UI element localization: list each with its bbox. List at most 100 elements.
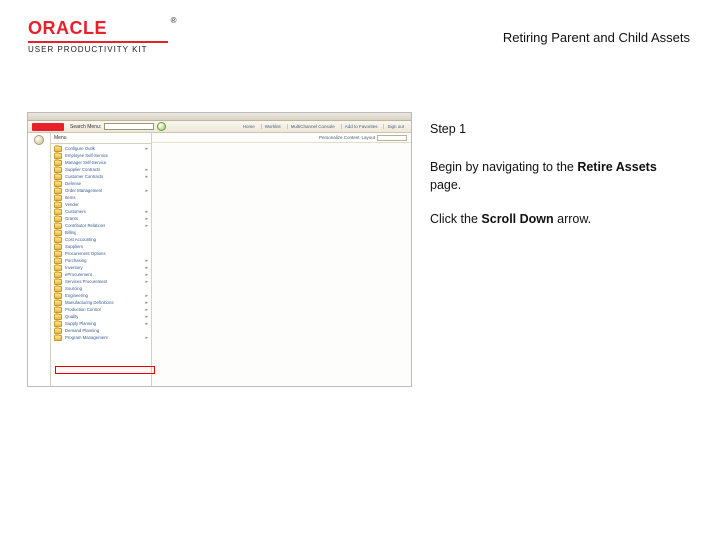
menu-item-label: Supplier Contracts: [65, 167, 100, 172]
menu-item-label: Production Control: [65, 307, 101, 312]
menu-item[interactable]: Procurement Options: [51, 250, 151, 257]
instr2-bold: Scroll Down: [481, 212, 553, 226]
step-label: Step 1: [430, 120, 690, 138]
menu-item-label: Billing: [65, 230, 76, 235]
menu-item-label: Purchasing: [65, 258, 87, 263]
app-logo: [32, 123, 64, 131]
menu-item[interactable]: Services Procurement▸: [51, 278, 151, 285]
window-titlebar: [28, 113, 411, 121]
menu-item[interactable]: Defense: [51, 180, 151, 187]
menu-item[interactable]: Sourcing: [51, 285, 151, 292]
menu-item[interactable]: Billing: [51, 229, 151, 236]
folder-icon: [54, 251, 62, 257]
nav-worklist[interactable]: Worklist: [261, 124, 284, 129]
menu-item-label: Customer Contracts: [65, 174, 103, 179]
menu-item[interactable]: Supplier Contracts▸: [51, 166, 151, 173]
menu-item[interactable]: Items: [51, 194, 151, 201]
folder-icon: [54, 335, 62, 341]
menu-item[interactable]: Program Management▸: [51, 334, 151, 341]
top-nav-links: Home Worklist MultiChannel Console Add t…: [240, 124, 407, 129]
folder-icon: [54, 188, 62, 194]
instruction-pane: Step 1 Begin by navigating to the Retire…: [430, 120, 690, 245]
menu-item-label: Engineering: [65, 293, 88, 298]
folder-icon: [54, 314, 62, 320]
chevron-right-icon: ▸: [145, 300, 148, 306]
folder-icon: [54, 209, 62, 215]
menu-item-label: Suppliers: [65, 244, 83, 249]
chevron-right-icon: ▸: [145, 265, 148, 271]
menu-item[interactable]: Customer Contracts ▸: [51, 173, 151, 180]
folder-icon: [54, 321, 62, 327]
menu-item[interactable]: Contributor Relations▸: [51, 222, 151, 229]
menu-item[interactable]: Quality▸: [51, 313, 151, 320]
menu-item[interactable]: Suppliers: [51, 243, 151, 250]
menu-item-label: Manager Self-Service: [65, 160, 106, 165]
content-area: Personalize Content Layout: [152, 133, 411, 386]
instr1-bold: Retire Assets: [577, 160, 656, 174]
chevron-right-icon: ▸: [145, 174, 148, 180]
chevron-right-icon: ▸: [145, 223, 148, 229]
chevron-right-icon: ▸: [145, 188, 148, 194]
nav-home[interactable]: Home: [240, 124, 258, 129]
oracle-logo: ORACLE USER PRODUCTIVITY KIT: [28, 18, 168, 54]
layout-label: Layout: [361, 135, 375, 140]
menu-item[interactable]: Manager Self-Service: [51, 159, 151, 166]
menu-item-label: Services Procurement: [65, 279, 107, 284]
instr2-post: arrow.: [554, 212, 592, 226]
folder-icon: [54, 300, 62, 306]
menu-item-label: eProcurement: [65, 272, 92, 277]
layout-dropdown[interactable]: [377, 135, 407, 141]
menu-item[interactable]: eProcurement ▸: [51, 271, 151, 278]
nav-menu: Menu Configure Outlk▸Employee Self-Servi…: [50, 133, 152, 386]
search-label: Search Menu:: [70, 124, 101, 130]
instr1-post: page.: [430, 178, 461, 192]
chevron-right-icon: ▸: [145, 307, 148, 313]
app-header-bar: Search Menu: Home Worklist MultiChannel …: [28, 121, 411, 133]
nav-signout[interactable]: Sign out: [383, 124, 407, 129]
menu-item-label: Manufacturing Definitions: [65, 300, 114, 305]
app-screenshot: Search Menu: Home Worklist MultiChannel …: [27, 112, 412, 387]
menu-item[interactable]: Inventory▸: [51, 264, 151, 271]
menu-item[interactable]: Cost Accounting: [51, 236, 151, 243]
instr1-pre: Begin by navigating to the: [430, 160, 577, 174]
instr2-pre: Click the: [430, 212, 481, 226]
folder-icon: [54, 146, 62, 152]
menu-item[interactable]: Employee Self-Service: [51, 152, 151, 159]
personalize-link[interactable]: Personalize Content: [319, 135, 360, 140]
folder-icon: [54, 258, 62, 264]
menu-item[interactable]: Grants▸: [51, 215, 151, 222]
folder-icon: [54, 167, 62, 173]
menu-item[interactable]: Configure Outlk▸: [51, 145, 151, 152]
content-toolbar: Personalize Content Layout: [152, 133, 411, 143]
nav-mcc[interactable]: MultiChannel Console: [287, 124, 338, 129]
search-input[interactable]: [104, 123, 154, 130]
menu-item[interactable]: Purchasing ▸: [51, 257, 151, 264]
menu-item[interactable]: Vendor: [51, 201, 151, 208]
chevron-right-icon: ▸: [145, 321, 148, 327]
chevron-right-icon: ▸: [145, 258, 148, 264]
nav-fav[interactable]: Add to Favorites: [341, 124, 381, 129]
folder-icon: [54, 223, 62, 229]
menu-item[interactable]: Customers▸: [51, 208, 151, 215]
menu-item[interactable]: Manufacturing Definitions ▸: [51, 299, 151, 306]
oracle-wordmark: ORACLE: [28, 18, 168, 39]
folder-icon: [54, 153, 62, 159]
menu-item[interactable]: Order Management ▸: [51, 187, 151, 194]
menu-item-label: Sourcing: [65, 286, 82, 291]
menu-item[interactable]: Demand Planning: [51, 327, 151, 334]
folder-icon: [54, 307, 62, 313]
menu-item-label: Order Management: [65, 188, 102, 193]
chevron-right-icon: ▸: [145, 272, 148, 278]
chevron-right-icon: ▸: [145, 146, 148, 152]
menu-item-label: Supply Planning: [65, 321, 96, 326]
menu-item-label: Grants: [65, 216, 78, 221]
chevron-right-icon: ▸: [145, 293, 148, 299]
menu-item[interactable]: Supply Planning ▸: [51, 320, 151, 327]
chevron-right-icon: ▸: [145, 314, 148, 320]
scroll-down-highlight[interactable]: [55, 366, 155, 374]
menu-item[interactable]: Production Control ▸: [51, 306, 151, 313]
search-go-button[interactable]: [157, 122, 166, 131]
menu-item[interactable]: Engineering ▸: [51, 292, 151, 299]
menu-item-label: Customers: [65, 209, 86, 214]
menu-item-label: Employee Self-Service: [65, 153, 108, 158]
